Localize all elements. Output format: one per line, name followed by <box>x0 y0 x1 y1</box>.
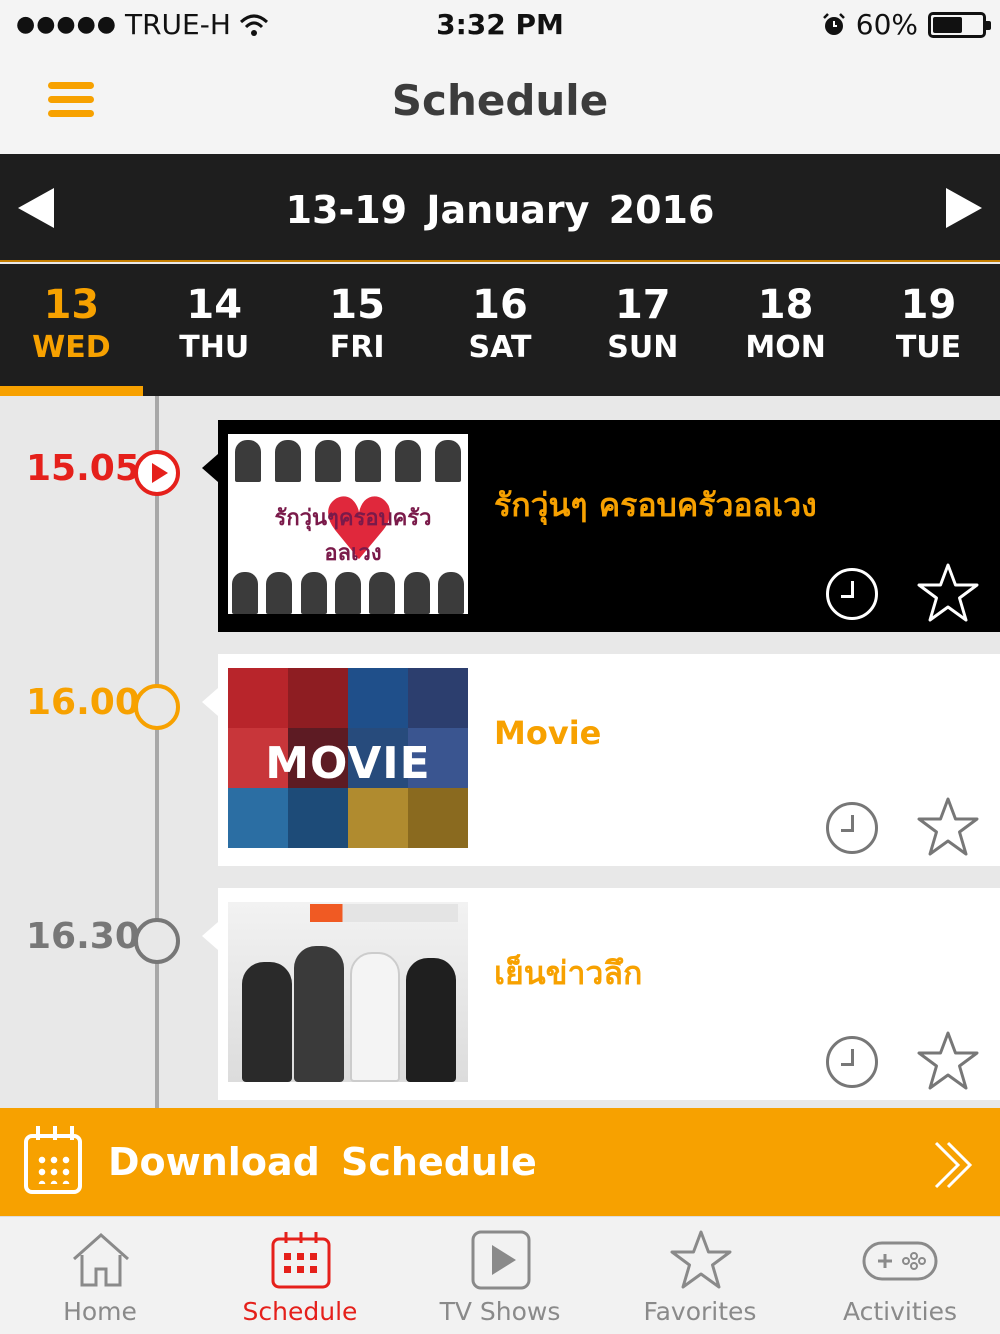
star-icon[interactable] <box>916 1030 980 1092</box>
tab-label: Home <box>63 1297 137 1326</box>
week-navigation: 13-19 January 2016 <box>0 154 1000 262</box>
clock-icon[interactable] <box>826 568 878 620</box>
star-icon[interactable] <box>916 796 980 858</box>
day-weekday: WED <box>32 330 111 365</box>
day-weekday: TUE <box>895 330 962 365</box>
tab-favorites[interactable]: Favorites <box>600 1217 800 1334</box>
tab-label: Activities <box>842 1297 958 1326</box>
gamepad-icon <box>862 1241 938 1281</box>
program-card[interactable]: ♥ รักวุ่นๆครอบครัว อลเวง รักวุ่นๆ ครอบคร… <box>202 420 1000 632</box>
schedule-item[interactable]: 16.30 เย็นข่าวลึก <box>0 888 1000 1100</box>
day-tab-15[interactable]: 15 FRI <box>286 264 429 396</box>
tab-bar: Home Schedule TV Shows Favorites Activit… <box>0 1216 1000 1334</box>
chevron-right-icon <box>934 1141 973 1189</box>
program-thumbnail: ♥ รักวุ่นๆครอบครัว อลเวง <box>228 434 468 614</box>
thumbnail-logo: MOVIE <box>265 738 431 789</box>
day-weekday: SAT <box>468 330 532 365</box>
day-tab-18[interactable]: 18 MON <box>714 264 857 396</box>
program-thumbnail <box>228 902 468 1082</box>
program-title: Movie <box>494 714 602 752</box>
day-tab-14[interactable]: 14 THU <box>143 264 286 396</box>
day-number: 15 <box>329 282 385 328</box>
day-number: 19 <box>900 282 957 328</box>
day-weekday: FRI <box>329 330 385 365</box>
program-card[interactable]: MOVIE Movie <box>202 654 1000 866</box>
week-range: 13-19 January 2016 <box>285 188 715 232</box>
timeline-dot <box>134 684 180 730</box>
tab-home[interactable]: Home <box>0 1217 200 1334</box>
slot-time: 15.05 <box>26 448 140 489</box>
day-number: 14 <box>186 282 243 328</box>
day-tab-19[interactable]: 19 TUE <box>857 264 1000 396</box>
home-icon <box>73 1232 129 1287</box>
battery-icon <box>928 11 991 38</box>
tab-label: Favorites <box>643 1297 757 1326</box>
schedule-timeline[interactable]: 15.05 ♥ รักวุ่นๆครอบครัว อลเวง รักวุ่นๆ … <box>0 396 1000 1108</box>
slot-time: 16.30 <box>26 916 140 957</box>
program-title: รักวุ่นๆ ครอบครัวอลเวง <box>494 486 817 524</box>
status-right: 60% <box>822 8 991 41</box>
thumbnail-logo: รักวุ่นๆครอบครัว อลเวง <box>274 506 432 566</box>
star-icon <box>670 1230 732 1289</box>
day-tabs: 13 WED 14 THU 15 FRI 16 SAT 17 SUN 18 MO… <box>0 264 1000 396</box>
triangle-right-icon[interactable] <box>946 188 982 228</box>
app-header: Schedule <box>0 50 1000 154</box>
day-tab-13[interactable]: 13 WED <box>0 264 143 396</box>
alarm-icon <box>822 12 845 35</box>
tab-label: Schedule <box>242 1297 358 1326</box>
day-number: 18 <box>757 282 814 328</box>
calendar-icon <box>271 1232 331 1289</box>
slot-time: 16.00 <box>26 682 140 723</box>
program-card[interactable]: เย็นข่าวลึก <box>202 888 1000 1100</box>
tab-schedule[interactable]: Schedule <box>200 1217 400 1334</box>
star-icon[interactable] <box>916 562 980 624</box>
download-schedule-button[interactable]: Download Schedule <box>0 1108 1000 1216</box>
tab-label: TV Shows <box>439 1297 561 1326</box>
play-icon <box>471 1230 531 1290</box>
clock-icon[interactable] <box>826 802 878 854</box>
tab-activities[interactable]: Activities <box>800 1217 1000 1334</box>
timeline-dot <box>134 918 180 964</box>
clock-icon[interactable] <box>826 1036 878 1088</box>
tab-tv-shows[interactable]: TV Shows <box>400 1217 600 1334</box>
program-thumbnail: MOVIE <box>228 668 468 848</box>
day-tab-17[interactable]: 17 SUN <box>571 264 714 396</box>
day-weekday: SUN <box>607 330 679 365</box>
battery-percent: 60% <box>855 8 918 41</box>
program-title: เย็นข่าวลึก <box>494 954 643 992</box>
day-weekday: THU <box>179 330 250 365</box>
play-circle-icon[interactable] <box>134 450 180 496</box>
status-bar: ●●●●● TRUE-H 3:32 PM 60% <box>0 0 1000 50</box>
day-weekday: MON <box>745 330 826 365</box>
day-number: 13 <box>43 282 100 328</box>
download-label: Download Schedule <box>108 1140 537 1184</box>
calendar-icon <box>24 1126 82 1194</box>
page-title: Schedule <box>391 76 609 125</box>
day-number: 16 <box>472 282 528 328</box>
schedule-item[interactable]: 16.00 MOVIE Movie <box>0 654 1000 866</box>
schedule-item[interactable]: 15.05 ♥ รักวุ่นๆครอบครัว อลเวง รักวุ่นๆ … <box>0 420 1000 632</box>
day-tab-16[interactable]: 16 SAT <box>429 264 572 396</box>
day-number: 17 <box>614 282 671 328</box>
